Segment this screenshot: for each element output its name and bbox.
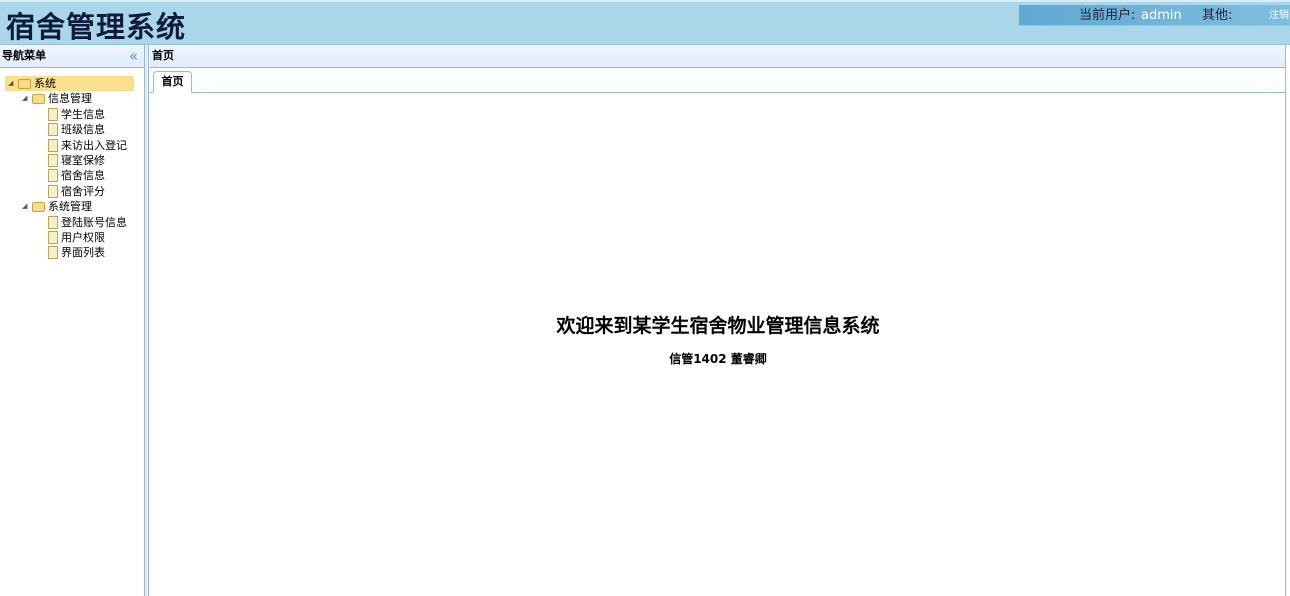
- nav-tree: ◢ 系统 ◢ 信息管理 学生信息班级信息 来访出入登记 寝室保修宿舍信息 宿舍评分 ◢ 系统管理登…: [0, 68, 144, 261]
- tree-node-label: 登陆账号信息: [61, 215, 127, 229]
- header: 宿舍管理系统 当前用户: admin 其他: 注销: [0, 0, 1290, 45]
- tab-bar: 首页: [150, 68, 1285, 93]
- tree-node[interactable]: 班级信息: [0, 122, 144, 137]
- expand-arrow-icon[interactable]: ◢: [22, 91, 27, 106]
- welcome-heading: 欢迎来到某学生宿舍物业管理信息系统: [556, 315, 880, 337]
- tree-node[interactable]: 用户权限: [0, 230, 144, 245]
- tree-node-label: 系统管理: [48, 200, 92, 214]
- folder-icon: [18, 79, 31, 89]
- tree-node[interactable]: 界面列表: [0, 245, 144, 260]
- splitter[interactable]: [145, 45, 149, 596]
- double-chevron-left-icon[interactable]: «: [129, 45, 138, 67]
- user-info-bar: 当前用户: admin 其他: 注销: [1019, 5, 1290, 26]
- tree-node-label: 宿舍评分: [61, 184, 105, 198]
- username: admin: [1141, 8, 1182, 23]
- file-icon: [48, 169, 58, 183]
- tree-node-label: 寝室保修: [61, 153, 105, 167]
- folder-icon: [32, 94, 45, 105]
- file-icon: [48, 230, 58, 244]
- tree-node-label: 来访出入登记: [61, 138, 127, 152]
- tree-node[interactable]: ◢ 系统: [5, 76, 134, 92]
- logout-link[interactable]: 注销: [1269, 5, 1289, 26]
- tree-node[interactable]: 登陆账号信息: [0, 215, 144, 230]
- other-label: 其他:: [1202, 8, 1233, 23]
- welcome-subtitle: 信管1402 董睿卿: [669, 352, 767, 366]
- file-icon: [48, 246, 58, 260]
- expand-arrow-icon[interactable]: ◢: [22, 199, 27, 214]
- tree-node[interactable]: 宿舍信息: [0, 168, 144, 183]
- tree-node[interactable]: 学生信息: [0, 107, 144, 122]
- tree-node[interactable]: 寝室保修: [0, 153, 144, 168]
- tree-node[interactable]: ◢ 系统管理: [0, 199, 144, 214]
- nav-sidebar: 导航菜单 « ◢ 系统 ◢ 信息管理 学生信息班级信息 来访出入登记 寝室保修宿舍信息 宿舍评…: [0, 45, 145, 596]
- tree-node[interactable]: ◢ 信息管理: [0, 91, 144, 106]
- file-icon: [48, 138, 58, 152]
- tree-node-label: 系统: [34, 77, 56, 90]
- tree-node-label: 界面列表: [61, 246, 105, 260]
- file-icon: [48, 123, 58, 137]
- tree-node-label: 学生信息: [61, 107, 105, 121]
- file-icon: [48, 153, 58, 167]
- folder-icon: [32, 202, 45, 213]
- file-icon: [48, 107, 58, 121]
- tree-node-label: 用户权限: [61, 230, 105, 244]
- tree-node-label: 宿舍信息: [61, 169, 105, 183]
- expand-arrow-icon[interactable]: ◢: [8, 76, 13, 91]
- tree-node[interactable]: 来访出入登记: [0, 138, 144, 153]
- sidebar-header: 导航菜单 «: [0, 45, 144, 68]
- app-title: 宿舍管理系统: [6, 10, 187, 44]
- file-icon: [48, 215, 58, 229]
- main-panel-title: 首页: [152, 49, 174, 62]
- main-panel: 首页 首页 欢迎来到某学生宿舍物业管理信息系统 信管1402 董睿卿: [150, 45, 1286, 596]
- sidebar-title: 导航菜单: [2, 49, 46, 62]
- tree-node-label: 班级信息: [61, 123, 105, 137]
- tab-home[interactable]: 首页: [153, 71, 192, 93]
- file-icon: [48, 184, 58, 198]
- tree-node[interactable]: 宿舍评分: [0, 184, 144, 199]
- current-user-label: 当前用户:: [1079, 8, 1136, 23]
- main-panel-header: 首页: [150, 45, 1285, 68]
- tree-node-label: 信息管理: [48, 92, 92, 106]
